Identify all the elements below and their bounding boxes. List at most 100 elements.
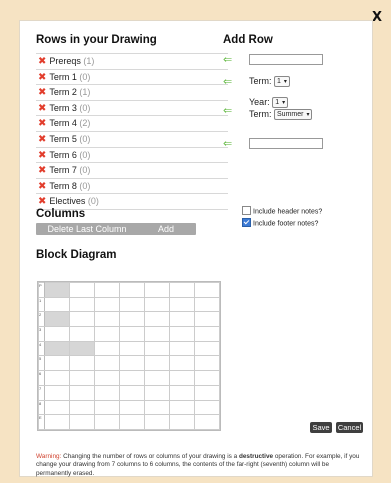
grid-cell [144,282,170,298]
row-count: (0) [79,149,91,160]
grid-cell [94,296,120,313]
warning-text: Warning: Changing the number of rows or … [36,453,360,477]
list-item: ✖ Term 8 (0) [36,179,228,195]
grid-cell [119,282,145,298]
row-name: Term 6 [49,149,77,160]
add-arrow-icon[interactable]: ⇐ [223,137,232,150]
term-select[interactable]: 1 ▾ [274,76,290,88]
list-item: ✖ Term 6 (0) [36,148,228,164]
term-label: Term: [249,109,272,119]
header-notes-checkbox[interactable] [242,206,251,215]
grid-cell [94,414,120,430]
grid-row: 3 [38,326,220,342]
grid-cell [144,340,170,357]
delete-row-icon[interactable]: ✖ [38,181,46,192]
grid-cell [169,282,195,298]
row-name: Term 4 [49,118,77,129]
delete-row-icon[interactable]: ✖ [38,118,46,129]
grid-cell [194,326,220,342]
term-label: Term: [249,76,272,86]
add-column-button[interactable]: Add Column [136,223,196,246]
year-label: Year: [249,97,270,107]
delete-row-icon[interactable]: ✖ [38,165,46,176]
grid-row: 7 [38,384,220,401]
grid-row: 6 [38,370,220,386]
electives-row-input[interactable] [249,138,323,149]
custom-row-input[interactable] [249,54,323,65]
grid-row: 2 [38,311,220,328]
delete-row-icon[interactable]: ✖ [38,150,46,161]
grid-cell [119,384,145,401]
delete-row-icon[interactable]: ✖ [38,72,46,83]
delete-row-icon[interactable]: ✖ [38,87,46,98]
grid-table: P12345678E [38,282,220,430]
grid-cell [44,311,70,328]
grid-cell [119,296,145,313]
add-custom-row: ⇐ [223,53,353,67]
grid-cell [119,370,145,386]
chevron-down-icon: ▾ [306,112,310,119]
edit-drawing-dialog: Rows in your Drawing Add Row ✖ Prereqs (1… [19,20,373,477]
grid-cell [119,326,145,342]
grid-cell [144,326,170,342]
delete-row-icon[interactable]: ✖ [38,56,46,67]
grid-cell [144,384,170,401]
add-arrow-icon[interactable]: ⇐ [223,75,232,88]
grid-cell [119,355,145,372]
grid-cell [194,282,220,298]
cancel-button[interactable]: Cancel [336,422,363,433]
grid-cell [69,399,95,416]
add-arrow-icon[interactable]: ⇐ [223,104,232,117]
block-diagram-heading: Block Diagram [36,249,117,261]
grid-cell [44,384,70,401]
grid-cell [69,326,95,342]
grid-cell [94,311,120,328]
grid-cell [144,311,170,328]
grid-cell [169,326,195,342]
grid-row: E [38,414,220,430]
row-count: (2) [79,118,91,129]
footer-notes-option[interactable]: Include footer notes? [242,218,318,228]
grid-cell [69,311,95,328]
year-select[interactable]: 1 ▾ [272,97,289,109]
list-item: ✖ Term 4 (2) [36,116,228,132]
row-name: Term 1 [49,71,77,82]
season-select[interactable]: Summer ▾ [274,109,313,121]
header-notes-option[interactable]: Include header notes? [242,206,322,216]
grid-cell [144,296,170,313]
row-name: Electives [49,196,86,207]
grid-cell [69,370,95,386]
grid-cell [44,370,70,386]
grid-cell [194,370,220,386]
grid-cell [44,414,70,430]
grid-cell [194,340,220,357]
delete-row-icon[interactable]: ✖ [38,196,46,207]
delete-row-icon[interactable]: ✖ [38,134,46,145]
add-term-row: ⇐ Term: 1 ▾ [223,75,353,89]
grid-cell [144,414,170,430]
add-arrow-icon[interactable]: ⇐ [223,53,232,66]
save-button[interactable]: Save [310,422,332,433]
grid-cell [44,326,70,342]
row-count: (0) [79,180,91,191]
row-name: Prereqs [49,56,81,66]
columns-heading: Columns [36,208,86,220]
close-icon[interactable]: X [372,10,382,25]
footer-notes-checkbox[interactable] [242,218,251,227]
grid-cell [169,384,195,401]
delete-last-column-button[interactable]: Delete Last Column [36,223,138,235]
list-item: ✖ Term 7 (0) [36,163,228,179]
row-count: (0) [79,165,91,176]
grid-row: 4 [38,340,220,357]
grid-cell [119,311,145,328]
delete-row-icon[interactable]: ✖ [38,103,46,114]
grid-cell [144,370,170,386]
grid-cell [119,414,145,430]
grid-cell [44,282,70,298]
grid-cell [94,384,120,401]
grid-cell [169,355,195,372]
grid-cell [194,296,220,313]
grid-cell [169,414,195,430]
grid-cell [144,399,170,416]
grid-cell [69,414,95,430]
